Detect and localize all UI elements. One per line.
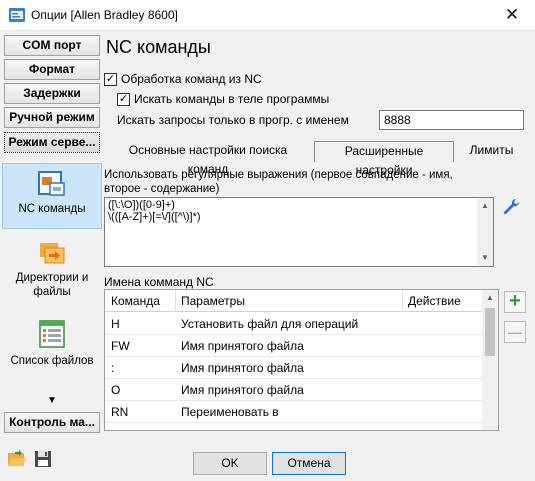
ok-button[interactable]: OK — [193, 452, 267, 475]
table-row[interactable]: FW Имя принятого файла — [105, 335, 483, 357]
cell-command: H — [111, 317, 120, 331]
regex-label: Использовать регулярные выражения (перво… — [104, 169, 453, 195]
search-body-label: Искать команды в теле программы — [134, 92, 330, 106]
sidebar-scroll-down-icon[interactable]: ▼ — [2, 395, 102, 406]
sidebar-item-nc-commands[interactable]: NC команды — [2, 163, 102, 229]
sidebar-panel: NC команды Директории и файлы Список фай… — [2, 159, 102, 414]
table-row[interactable]: O Имя принятого файла — [105, 379, 483, 401]
save-icon[interactable] — [34, 450, 52, 468]
search-requests-label: Искать запросы только в прогр. с именем — [117, 113, 349, 127]
sidebar-item-label: Список файлов — [10, 355, 94, 367]
column-header-command[interactable]: Команда — [105, 290, 175, 312]
app-icon — [9, 8, 25, 22]
sidebar-button-machine-control[interactable]: Контроль ма... — [4, 412, 100, 433]
cell-params: Имя принятого файла — [181, 339, 304, 353]
wrench-icon — [503, 198, 520, 215]
table-header: Команда Параметры Действие — [105, 290, 483, 312]
cell-command: FW — [111, 339, 130, 353]
column-header-params[interactable]: Параметры — [175, 290, 402, 312]
footer: OK Отмена — [0, 436, 535, 481]
cell-action — [402, 357, 408, 379]
regex-scrollbar[interactable]: ▲ ▼ — [477, 198, 493, 266]
window-title: Опции [Allen Bradley 8600] — [31, 8, 178, 22]
regex-textarea[interactable]: ([\:\O])([0-9]+) \(([A-Z]+)[=\/]([^\)]*)… — [104, 197, 494, 267]
process-nc-label: Обработка команд из NC — [121, 72, 262, 86]
folders-icon — [40, 243, 65, 264]
tab-limits[interactable]: Лимиты — [464, 141, 519, 162]
sidebar-button-format[interactable]: Формат — [4, 59, 100, 80]
close-button[interactable]: ✕ — [489, 0, 535, 31]
page-title: NC команды — [106, 37, 211, 57]
regex-line: ([\:\O])([0-9]+) — [108, 199, 175, 211]
sidebar-button-com-port[interactable]: COM порт — [4, 35, 100, 56]
tab-strip: Основные настройки поиска команд Расшире… — [104, 141, 528, 177]
cell-params: Имя принятого файла — [181, 361, 304, 375]
scroll-up-icon[interactable]: ▲ — [477, 198, 493, 214]
scrollbar-thumb[interactable] — [485, 308, 495, 356]
cell-params: Имя принятого файла — [181, 383, 304, 397]
regex-line: \(([A-Z]+)[=\/]([^\)]*) — [108, 211, 201, 223]
sidebar-item-label: NC команды — [18, 203, 86, 215]
cell-command: RN — [111, 405, 129, 419]
search-body-checkbox[interactable]: ✓ — [117, 92, 130, 106]
sidebar-item-label: Директории и файлы — [15, 272, 89, 298]
cell-action — [402, 379, 408, 401]
tab-basic-search[interactable]: Основные настройки поиска команд — [108, 141, 308, 176]
cell-params: Переименовать в — [181, 405, 279, 419]
add-command-button[interactable]: + — [504, 291, 526, 313]
nc-commands-table: Команда Параметры Действие H Установить … — [104, 289, 499, 431]
tab-advanced[interactable]: Расширенные настройки — [314, 141, 454, 177]
open-folder-icon[interactable] — [7, 450, 27, 468]
main-panel: NC команды ✓ Обработка команд из NC ✓ Ис… — [104, 31, 535, 436]
column-header-action[interactable]: Действие — [402, 290, 482, 312]
nc-names-label: Имена комманд NC — [104, 275, 214, 289]
cell-action — [402, 401, 408, 423]
process-nc-checkbox[interactable]: ✓ — [104, 72, 117, 86]
remove-command-button[interactable]: — — [504, 321, 526, 343]
scroll-down-icon[interactable]: ▼ — [477, 250, 493, 266]
cell-command: : — [111, 361, 115, 375]
sidebar: COM порт Формат Задержки Ручной режим Ре… — [2, 31, 102, 436]
title-bar: Опции [Allen Bradley 8600] ✕ — [0, 0, 535, 31]
sidebar-item-directories[interactable]: Директории и файлы — [2, 239, 102, 309]
table-row[interactable]: RN Переименовать в — [105, 401, 483, 423]
cell-action — [402, 313, 408, 335]
table-row[interactable]: H Установить файл для операций — [105, 313, 483, 335]
nc-commands-icon — [38, 171, 65, 196]
cell-action — [402, 335, 408, 357]
table-row[interactable]: : Имя принятого файла — [105, 357, 483, 379]
search-body-checkbox-row[interactable]: ✓ Искать команды в теле программы — [117, 92, 329, 106]
cell-command: O — [111, 383, 121, 397]
sidebar-button-delays[interactable]: Задержки — [4, 83, 100, 104]
file-list-icon — [39, 320, 65, 348]
process-nc-checkbox-row[interactable]: ✓ Обработка команд из NC — [104, 72, 262, 86]
search-requests-input[interactable]: 8888 — [379, 110, 524, 130]
cell-params: Установить файл для операций — [181, 317, 359, 331]
table-scrollbar[interactable]: ▲ — [482, 290, 498, 430]
wrench-button[interactable] — [500, 197, 522, 219]
cancel-button[interactable]: Отмена — [272, 452, 346, 475]
sidebar-button-server-mode[interactable]: Режим серве... — [4, 132, 100, 153]
scroll-up-icon[interactable]: ▲ — [482, 290, 498, 306]
sidebar-item-file-list[interactable]: Список файлов — [2, 319, 102, 379]
sidebar-button-manual-mode[interactable]: Ручной режим — [4, 107, 100, 128]
